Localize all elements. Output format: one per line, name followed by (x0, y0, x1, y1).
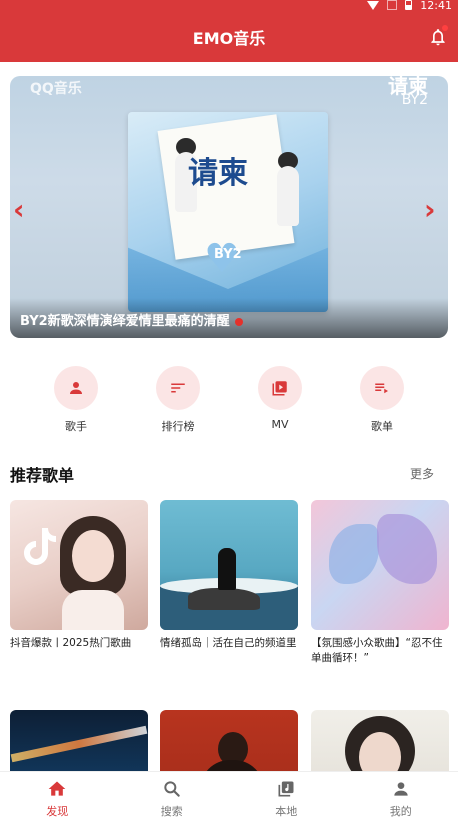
status-icons: 12:41 (367, 0, 452, 12)
bottom-tab-bar: 发现 搜索 本地 我的 (0, 771, 458, 820)
quick-action-label: 排行榜 (161, 420, 195, 433)
quick-action-circle (54, 366, 98, 410)
tab-label: 发现 (46, 805, 69, 818)
quick-action-mv[interactable]: MV (258, 366, 302, 431)
playlist-cover (10, 500, 148, 630)
banner-prev-arrow-icon[interactable]: ‹ (13, 196, 25, 224)
tab-discover[interactable]: 发现 (0, 772, 115, 820)
quick-action-label: MV (271, 418, 289, 431)
playlist-card[interactable]: 情绪孤岛｜活在自己的频道里 (160, 500, 298, 651)
playlist-card[interactable]: 抖音爆款丨2025热门歌曲 (10, 500, 148, 651)
tab-label: 本地 (275, 805, 298, 818)
cover-figure-body (62, 590, 124, 630)
home-icon (48, 781, 66, 796)
quick-action-label: 歌手 (65, 420, 87, 433)
cover-rock (188, 588, 260, 610)
video-icon (272, 381, 287, 396)
search-icon (164, 781, 180, 797)
playlist-name: 情绪孤岛｜活在自己的频道里 (160, 637, 297, 649)
tab-local[interactable]: 本地 (229, 772, 344, 820)
album-heart-text: BY2 (214, 247, 242, 262)
section-title: 推荐歌单 (10, 466, 75, 485)
no-signal-icon (387, 0, 398, 10)
banner-album-cover: 请柬 ♥ BY2 (128, 112, 328, 312)
app-root: 12:41 EMO音乐 QQ音乐 请柬 BY2 请柬 ♥ BY2 BY2新歌深情… (0, 0, 458, 820)
person-icon (70, 382, 82, 394)
playlist-card[interactable]: 【氛围感小众歌曲】“忍不住单曲循环！” (311, 500, 449, 666)
tab-search[interactable]: 搜索 (115, 772, 230, 820)
banner-watermark: QQ音乐 (30, 81, 82, 97)
quick-action-label: 歌单 (371, 420, 393, 433)
wifi-icon (367, 0, 380, 10)
banner-indicator-dot (235, 318, 243, 326)
status-bar: 12:41 (0, 0, 458, 12)
banner-caption: BY2新歌深情演绎爱情里最痛的清醒 (20, 314, 230, 329)
battery-icon (405, 0, 413, 10)
playlist-name: 抖音爆款丨2025热门歌曲 (10, 637, 132, 649)
more-link[interactable]: 更多 (410, 465, 434, 482)
playlist-cover (160, 500, 298, 630)
tab-label: 我的 (389, 805, 412, 818)
banner-next-arrow-icon[interactable]: › (424, 196, 436, 224)
notification-button[interactable] (428, 25, 448, 47)
playlist-icon (375, 383, 388, 394)
cover-light-trail (10, 725, 148, 763)
quick-action-singer[interactable]: 歌手 (54, 366, 98, 433)
quick-action-ranking[interactable]: 排行榜 (156, 366, 200, 433)
playlist-cover (311, 500, 449, 630)
ranking-icon (171, 383, 185, 393)
tab-profile[interactable]: 我的 (344, 772, 458, 820)
banner-carousel[interactable]: QQ音乐 请柬 BY2 请柬 ♥ BY2 BY2新歌深情演绎爱情里最痛的清醒 (10, 76, 448, 338)
butterfly-wing-left (329, 524, 379, 584)
album-title: 请柬 (188, 156, 248, 191)
butterfly-wing-right (377, 514, 437, 584)
quick-action-circle (258, 366, 302, 410)
tab-label: 搜索 (160, 805, 183, 818)
profile-icon (394, 782, 408, 796)
playlist-name: 【氛围感小众歌曲】“忍不住单曲循环！” (311, 637, 443, 664)
cat-icon (218, 548, 236, 590)
app-bar: EMO音乐 (0, 12, 458, 62)
quick-action-circle (360, 366, 404, 410)
tiktok-icon (24, 528, 56, 565)
music-library-icon (278, 781, 294, 797)
album-figure-right (277, 166, 299, 226)
notification-dot (442, 25, 448, 31)
cover-figure-face (72, 530, 114, 582)
banner-corner-subtitle: BY2 (401, 92, 428, 108)
app-title: EMO音乐 (192, 29, 266, 48)
quick-action-playlist[interactable]: 歌单 (360, 366, 404, 433)
quick-action-circle (156, 366, 200, 410)
status-time: 12:41 (420, 0, 452, 12)
